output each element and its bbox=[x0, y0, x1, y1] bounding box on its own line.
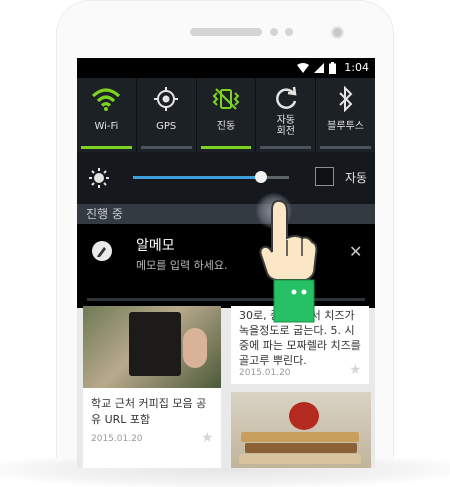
notification-item[interactable]: 알메모 메모를 입력 하세요. ✕ bbox=[77, 224, 375, 282]
brightness-slider-fill bbox=[133, 176, 261, 179]
toggle-vibrate[interactable]: 진동 bbox=[197, 78, 257, 152]
auto-brightness-checkbox[interactable] bbox=[315, 167, 334, 186]
apple bbox=[289, 402, 319, 430]
book bbox=[239, 454, 361, 464]
toggle-state-bar bbox=[320, 146, 371, 149]
vibrate-icon bbox=[212, 88, 240, 110]
memo-app-icon bbox=[92, 241, 112, 261]
toggle-label: 진동 bbox=[216, 120, 236, 132]
notification-title: 알메모 bbox=[136, 238, 175, 254]
toggle-state-bar bbox=[140, 146, 192, 149]
toggle-state-bar bbox=[200, 146, 252, 149]
memo-card-text: 학교 근처 커피집 모음 공유 URL 포함 bbox=[91, 397, 207, 426]
battery-icon bbox=[329, 61, 337, 74]
ongoing-section-header: 진행 중 bbox=[77, 204, 375, 224]
phone-sensor bbox=[285, 28, 293, 36]
auto-brightness-label: 자동 bbox=[345, 171, 368, 185]
notification-text: 메모를 입력 하세요. bbox=[136, 259, 228, 272]
close-icon[interactable]: ✕ bbox=[349, 244, 362, 260]
memo-card-date: 2015.01.20 bbox=[91, 434, 143, 444]
toggle-label: 블루투스 bbox=[327, 120, 364, 132]
signal-icon bbox=[314, 62, 325, 73]
book bbox=[245, 443, 357, 453]
handle-bar bbox=[87, 298, 365, 301]
auto-rotate-icon bbox=[275, 86, 297, 109]
brightness-icon bbox=[89, 168, 109, 188]
phone-speaker bbox=[190, 28, 262, 36]
wifi-icon bbox=[92, 88, 121, 111]
star-icon[interactable]: ★ bbox=[349, 362, 362, 378]
panel-drag-handle[interactable] bbox=[77, 282, 375, 308]
status-bar: 1:04 bbox=[77, 58, 375, 78]
brightness-row: 자동 bbox=[77, 152, 375, 204]
toggle-wifi[interactable]: Wi-Fi bbox=[77, 78, 137, 152]
toggle-auto-rotate[interactable]: 자동 회전 bbox=[256, 78, 317, 152]
clock: 1:04 bbox=[344, 61, 369, 74]
toggle-label: GPS bbox=[156, 120, 177, 132]
toggle-state-bar bbox=[81, 146, 132, 149]
coffee-photo bbox=[83, 306, 221, 388]
toggle-state-bar bbox=[260, 146, 312, 149]
book bbox=[241, 432, 359, 442]
pointing-hand-icon bbox=[259, 200, 318, 323]
toggle-label: Wi-Fi bbox=[94, 120, 119, 132]
background-app: 학교 근처 커피집 모음 공유 URL 포함 2015.01.20 ★ 30로,… bbox=[77, 306, 375, 468]
gps-icon bbox=[154, 87, 179, 111]
phone-camera bbox=[331, 26, 344, 39]
books-apple-photo bbox=[231, 392, 371, 468]
quick-settings-toggles: Wi-Fi GPS 진동 자동 회전 블루투스 bbox=[77, 78, 375, 152]
toggle-bluetooth[interactable]: 블루투스 bbox=[316, 78, 375, 152]
wifi-status-icon bbox=[297, 62, 310, 73]
toggle-gps[interactable]: GPS bbox=[137, 78, 197, 152]
star-icon[interactable]: ★ bbox=[201, 430, 214, 446]
coffee-cup bbox=[129, 312, 181, 376]
phone-screen: 1:04 Wi-Fi GPS 진동 자동 회전 블루투스 자동 진행 중 알메모… bbox=[77, 58, 375, 468]
memo-card[interactable]: 학교 근처 커피집 모음 공유 URL 포함 2015.01.20 ★ bbox=[83, 306, 221, 468]
memo-card[interactable] bbox=[231, 392, 371, 468]
hand-photo bbox=[183, 328, 207, 368]
bluetooth-icon bbox=[338, 86, 352, 112]
phone-sensor bbox=[270, 28, 278, 36]
brightness-slider[interactable] bbox=[133, 171, 289, 183]
toggle-label: 자동 회전 bbox=[276, 115, 295, 137]
memo-card-date: 2015.01.20 bbox=[239, 368, 291, 378]
brightness-slider-thumb[interactable] bbox=[254, 171, 267, 183]
